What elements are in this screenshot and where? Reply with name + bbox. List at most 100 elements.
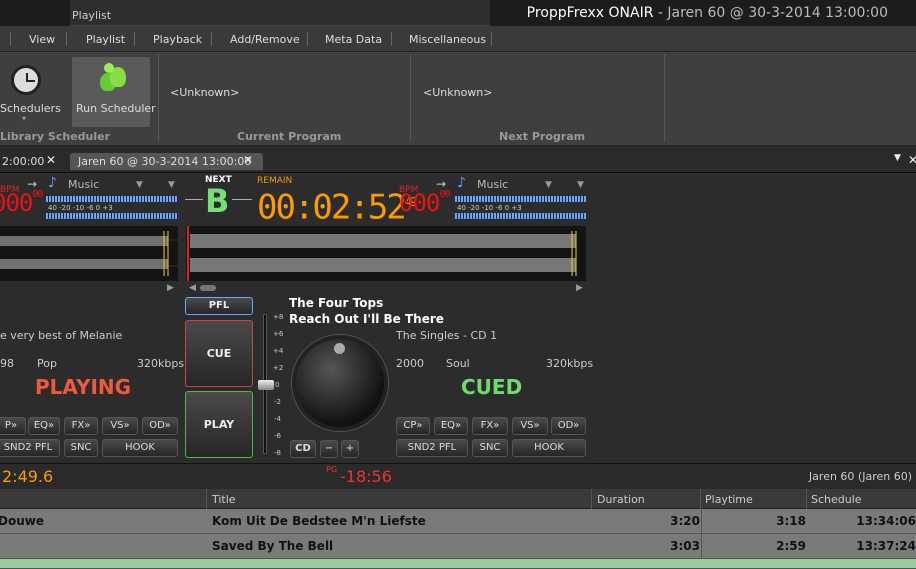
bpm-value-left: 000 [0, 189, 33, 217]
cell-duration: 3:03 [670, 539, 700, 553]
menu-view[interactable]: View [29, 33, 55, 46]
snc-button-right[interactable]: SNC [472, 439, 508, 457]
tab-previous-playlist[interactable]: 2:00:00 [0, 153, 52, 170]
close-icon[interactable]: ✕ [908, 153, 916, 167]
pfl-button[interactable]: PFL [185, 297, 253, 315]
vu-scale-right: 40 -20 -10 -6 0 +3 [457, 204, 522, 212]
state-cued: CUED [461, 375, 523, 399]
category-right[interactable]: Music [477, 178, 508, 191]
eq-button-left[interactable]: EQ» [28, 417, 60, 435]
bpm-display-right: 00000 [399, 189, 450, 217]
cell-playtime: 3:18 [776, 514, 806, 528]
cell-artist: Douwe [0, 514, 44, 528]
snd2pfl-button-right[interactable]: SND2 PFL [396, 439, 468, 457]
menu-miscellaneous[interactable]: Miscellaneous [409, 33, 486, 46]
cue-button[interactable]: CUE [185, 320, 253, 387]
menu-meta-data[interactable]: Meta Data [325, 33, 382, 46]
year-right: 2000 [396, 357, 424, 370]
menu-separator [307, 32, 308, 46]
vu-meter-right-1 [455, 196, 586, 202]
scrollbar-thumb[interactable] [200, 285, 216, 291]
ribbon-separator [410, 54, 411, 142]
year-left: 98 [0, 357, 14, 370]
pitch-fader-handle[interactable] [258, 380, 274, 390]
close-icon[interactable]: ✕ [243, 153, 253, 167]
chevron-down-icon[interactable]: ▼ [168, 180, 175, 190]
chevron-down-icon[interactable]: ▼ [545, 180, 552, 190]
chevron-down-icon[interactable]: ▼ [577, 180, 584, 190]
tab-jaren-60[interactable]: Jaren 60 @ 30-3-2014 13:00:00 [70, 153, 263, 170]
waveform-right[interactable] [186, 226, 586, 281]
hook-button-left[interactable]: HOOK [102, 439, 178, 457]
vs-button-left[interactable]: VS» [102, 417, 138, 435]
vs-button-right[interactable]: VS» [512, 417, 548, 435]
playlist-grid-header: Title Duration Playtime Schedule [0, 489, 916, 509]
column-separator [700, 489, 701, 509]
snd2pfl-button-left[interactable]: SND2 PFL [0, 439, 60, 457]
status-bar: 2:49.6 PG -18:56 Jaren 60 (Jaren 60) [0, 463, 916, 489]
table-row-current[interactable] [0, 559, 916, 569]
column-header-schedule[interactable]: Schedule [811, 493, 862, 506]
waveform-left[interactable] [0, 226, 178, 281]
chevron-down-icon[interactable]: ▼ [894, 153, 901, 163]
eq-button-right[interactable]: EQ» [434, 417, 468, 435]
fader-tick: -2 [274, 398, 281, 406]
player-deck: BPM 00000 → ♪ Music ▼ ▼ 40 -20 -10 -6 0 … [0, 173, 916, 463]
scroll-left-icon[interactable]: ◀ [189, 283, 196, 293]
chevron-down-icon[interactable]: ▼ [136, 180, 143, 190]
cd-button[interactable]: CD [290, 440, 316, 458]
chevron-down-icon: ▾ [22, 114, 27, 123]
document-tab-bar: 2:00:00 ✕ Jaren 60 @ 30-3-2014 13:00:00 … [0, 147, 916, 173]
menu-add-remove[interactable]: Add/Remove [230, 33, 300, 46]
menu-separator [66, 32, 67, 46]
table-row[interactable]: Douwe Kom Uit De Bedstee M'n Liefste 3:2… [0, 509, 916, 534]
genre-right: Soul [446, 357, 470, 370]
cp-button-left[interactable]: P» [0, 417, 26, 435]
od-button-right[interactable]: OD» [551, 417, 586, 435]
minus-button[interactable]: − [320, 440, 338, 458]
playlist-name: Jaren 60 (Jaren 60) [808, 470, 912, 483]
od-button-left[interactable]: OD» [142, 417, 178, 435]
fx-button-left[interactable]: FX» [64, 417, 98, 435]
column-header-playtime[interactable]: Playtime [705, 493, 753, 506]
ribbon-tab-playlist[interactable]: Playlist [70, 0, 490, 26]
next-program-value: <Unknown> [423, 86, 493, 99]
fader-tick: +2 [273, 364, 284, 372]
ribbon-separator [158, 54, 159, 142]
vu-meter-right-2 [455, 213, 586, 219]
column-header-duration[interactable]: Duration [597, 493, 645, 506]
group-label-next-program: Next Program [499, 130, 586, 143]
waveform-right-graphic [186, 226, 586, 281]
arrow-right-icon: → [436, 177, 447, 191]
play-button[interactable]: PLAY [185, 391, 253, 458]
pg-remaining: -18:56 [340, 467, 392, 486]
close-icon[interactable]: ✕ [46, 153, 56, 167]
group-label-current-program: Current Program [237, 130, 342, 143]
fx-button-right[interactable]: FX» [472, 417, 508, 435]
album-right: The Singles - CD 1 [396, 329, 498, 342]
hook-button-right[interactable]: HOOK [512, 439, 586, 457]
genre-left: Pop [37, 357, 57, 370]
plus-button[interactable]: + [341, 440, 359, 458]
schedulers-button[interactable]: Schedulers ▾ [0, 57, 64, 127]
current-program-value: <Unknown> [170, 86, 240, 99]
next-player-letter: B [205, 182, 230, 220]
ribbon-separator [664, 54, 665, 142]
column-header-title[interactable]: Title [212, 493, 236, 506]
menu-separator [491, 32, 492, 46]
fader-tick: -6 [274, 432, 281, 440]
cp-button-right[interactable]: CP» [396, 417, 430, 435]
fader-tick: 0 [275, 381, 280, 389]
category-left[interactable]: Music [68, 178, 99, 191]
ribbon-tab-label: Playlist [72, 9, 112, 22]
scroll-right-icon[interactable]: ▶ [576, 283, 583, 293]
run-scheduler-button[interactable]: Run Scheduler [72, 57, 156, 127]
table-row[interactable]: Saved By The Bell 3:03 2:59 13:37:24 [0, 534, 916, 559]
scroll-right-icon[interactable]: ▶ [167, 283, 174, 293]
menu-playlist[interactable]: Playlist [86, 33, 125, 46]
column-separator [701, 534, 702, 559]
column-separator [591, 489, 592, 509]
snc-button-left[interactable]: SNC [64, 439, 98, 457]
menu-separator [10, 32, 11, 46]
menu-playback[interactable]: Playback [153, 33, 202, 46]
